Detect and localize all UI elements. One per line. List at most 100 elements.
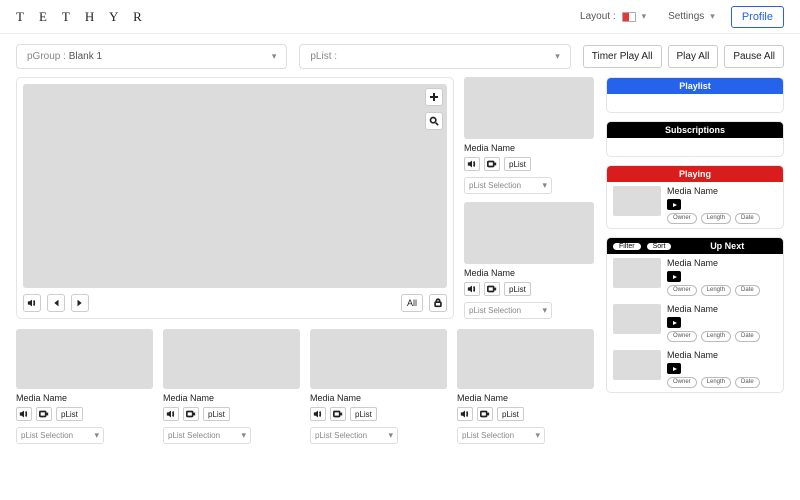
play-button[interactable]	[667, 317, 681, 328]
camera-icon	[39, 409, 49, 419]
plist-selection-dropdown[interactable]: pList Selection▾	[457, 427, 545, 444]
plist-button[interactable]: pList	[56, 407, 83, 421]
next-button[interactable]	[71, 294, 89, 312]
media-name: Media Name	[310, 393, 447, 403]
camera-button[interactable]	[330, 407, 346, 421]
lock-button[interactable]	[429, 294, 447, 312]
play-button[interactable]	[667, 199, 681, 210]
chevron-down-icon: ▾	[272, 51, 277, 62]
meta-pill: Date	[735, 285, 760, 296]
settings-dropdown[interactable]: Settings ▾	[662, 8, 721, 25]
search-button[interactable]	[425, 112, 443, 130]
queue-media-name: Media Name	[667, 350, 777, 360]
meta-pill: Date	[735, 331, 760, 342]
play-button[interactable]	[667, 271, 681, 282]
prev-button[interactable]	[47, 294, 65, 312]
chevron-down-icon: ▾	[642, 11, 647, 22]
volume-icon	[166, 409, 176, 419]
media-controls: pList	[457, 407, 594, 421]
media-name: Media Name	[464, 268, 594, 278]
subscriptions-panel: Subscriptions	[606, 121, 784, 157]
camera-icon	[186, 409, 196, 419]
media-thumbnail[interactable]	[464, 202, 594, 264]
meta-pill: Length	[701, 377, 731, 388]
queue-item[interactable]: Media Name OwnerLengthDate	[607, 300, 783, 346]
playlist-body	[607, 94, 783, 112]
pause-all-button[interactable]: Pause All	[724, 45, 784, 68]
camera-button[interactable]	[477, 407, 493, 421]
playback-buttons: Timer Play All Play All Pause All	[583, 45, 784, 68]
media-thumbnail[interactable]	[310, 329, 447, 389]
volume-button[interactable]	[464, 282, 480, 296]
profile-button[interactable]: Profile	[731, 6, 784, 28]
queue-item[interactable]: Media Name Owner Length Date	[607, 254, 783, 300]
upnext-panel: Filter Sort Up Next Media Name OwnerLeng…	[606, 237, 784, 393]
camera-button[interactable]	[183, 407, 199, 421]
media-thumbnail[interactable]	[464, 77, 594, 139]
media-thumbnail[interactable]	[457, 329, 594, 389]
media-card: Media Name pList pList Selection▾	[464, 77, 594, 194]
queue-meta: Media Name Owner Length Date	[667, 258, 777, 296]
meta-pill: Owner	[667, 331, 697, 342]
pgroup-select[interactable]: pGroup : Blank 1 ▾	[16, 44, 287, 69]
plist-button[interactable]: pList	[203, 407, 230, 421]
volume-button[interactable]	[23, 294, 41, 312]
volume-button[interactable]	[457, 407, 473, 421]
logo: T E T H Y R	[16, 9, 148, 25]
bottom-grid: Media Name pList pList Selection▾ Media …	[16, 329, 594, 444]
media-thumbnail[interactable]	[163, 329, 300, 389]
app-header: T E T H Y R Layout : ▾ Settings ▾ Profil…	[0, 0, 800, 34]
queue-item[interactable]: Media Name OwnerLengthDate	[607, 346, 783, 392]
play-button[interactable]	[667, 363, 681, 374]
playing-panel: Playing Media Name OwnerLengthDate	[606, 165, 784, 229]
layout-selector[interactable]: Layout : ▾	[574, 8, 652, 25]
chevron-down-icon: ▾	[542, 305, 547, 316]
plist-selection-dropdown[interactable]: pList Selection▾	[464, 177, 552, 194]
media-thumbnail[interactable]	[16, 329, 153, 389]
meta-pill: Owner	[667, 285, 697, 296]
plist-select[interactable]: pList : ▾	[299, 44, 570, 69]
hero-controls-right: All	[401, 294, 447, 312]
volume-icon	[467, 159, 477, 169]
media-card: Media Name pList pList Selection▾	[464, 202, 594, 319]
hero-canvas[interactable]	[23, 84, 447, 288]
add-button[interactable]	[425, 88, 443, 106]
upnext-body: Media Name Owner Length Date Media Name Ow…	[607, 254, 783, 392]
plist-selection-dropdown[interactable]: pList Selection▾	[464, 302, 552, 319]
plist-selection-dropdown[interactable]: pList Selection▾	[16, 427, 104, 444]
timer-play-all-button[interactable]: Timer Play All	[583, 45, 662, 68]
queue-thumbnail	[613, 304, 661, 334]
media-controls: pList	[16, 407, 153, 421]
queue-media-name: Media Name	[667, 258, 777, 268]
plist-button[interactable]: pList	[350, 407, 377, 421]
media-card: Media Name pList pList Selection▾	[457, 329, 594, 444]
all-button[interactable]: All	[401, 294, 423, 312]
volume-button[interactable]	[163, 407, 179, 421]
volume-button[interactable]	[16, 407, 32, 421]
camera-button[interactable]	[36, 407, 52, 421]
plist-selection-dropdown[interactable]: pList Selection▾	[310, 427, 398, 444]
queue-item[interactable]: Media Name OwnerLengthDate	[607, 182, 783, 228]
queue-media-name: Media Name	[667, 304, 777, 314]
plist-selection-dropdown[interactable]: pList Selection▾	[163, 427, 251, 444]
filter-button[interactable]: Filter	[613, 243, 641, 250]
plist-label: pList :	[310, 51, 337, 62]
media-controls: pList	[310, 407, 447, 421]
camera-button[interactable]	[484, 157, 500, 171]
volume-button[interactable]	[310, 407, 326, 421]
sort-button[interactable]: Sort	[647, 243, 672, 250]
chevron-down-icon: ▾	[241, 430, 246, 441]
media-controls: pList	[464, 282, 594, 296]
camera-button[interactable]	[484, 282, 500, 296]
plist-button[interactable]: pList	[504, 157, 531, 171]
plist-button[interactable]: pList	[504, 282, 531, 296]
play-all-button[interactable]: Play All	[668, 45, 719, 68]
media-controls: pList	[163, 407, 300, 421]
meta-pill: Length	[701, 285, 731, 296]
playlist-panel: Playlist	[606, 77, 784, 113]
hero-row: All Media Name pList pList Selection▾ Me…	[16, 77, 594, 319]
subscriptions-body	[607, 138, 783, 156]
plist-button[interactable]: pList	[497, 407, 524, 421]
volume-button[interactable]	[464, 157, 480, 171]
meta-pill: Owner	[667, 213, 697, 224]
